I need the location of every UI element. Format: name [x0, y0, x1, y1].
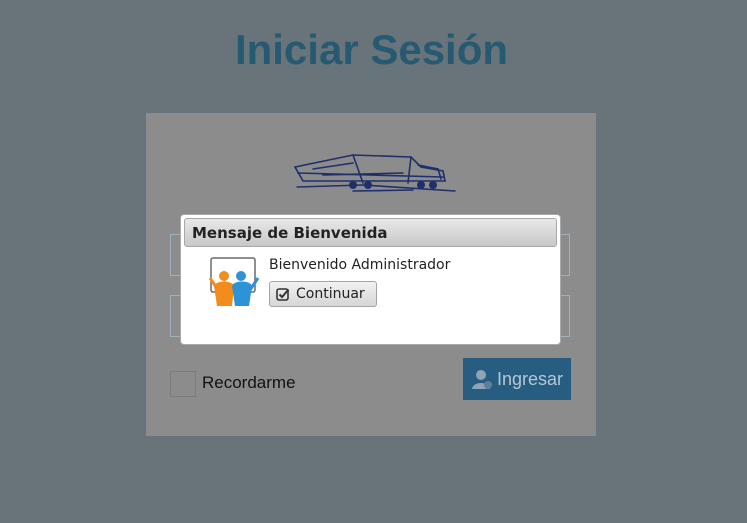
dialog-message: Bienvenido Administrador — [269, 257, 451, 273]
continue-button-label: Continuar — [296, 286, 365, 302]
dialog-title: Mensaje de Bienvenida — [184, 218, 557, 247]
remember-label: Recordarme — [202, 373, 296, 392]
check-square-icon — [276, 288, 290, 301]
remember-checkbox[interactable] — [170, 371, 196, 397]
people-board-icon — [208, 257, 260, 306]
user-icon — [471, 370, 492, 389]
continue-button[interactable]: Continuar — [269, 281, 377, 307]
truck-logo — [293, 154, 456, 192]
login-button[interactable]: Ingresar — [463, 358, 571, 400]
page-title: Iniciar Sesión — [234, 26, 509, 73]
welcome-dialog: Mensaje de Bienvenida Bienvenido Adminis… — [180, 214, 561, 345]
login-button-label: Ingresar — [496, 368, 564, 389]
